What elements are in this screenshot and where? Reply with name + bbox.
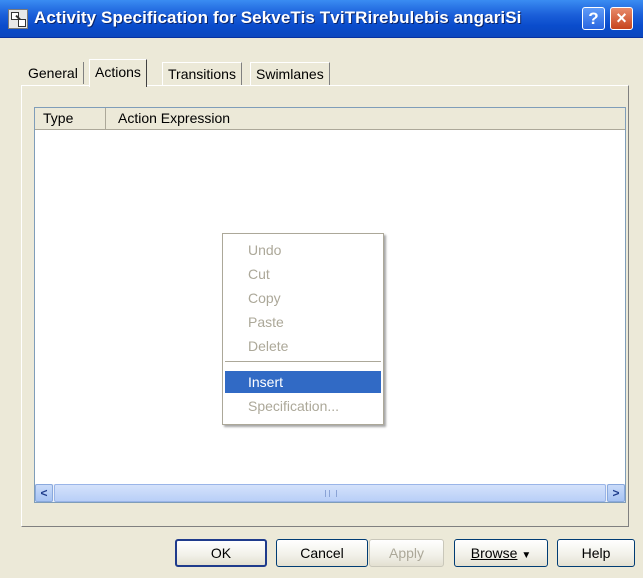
title-bar[interactable]: Activity Specification for SekveTis TviT… <box>0 0 643 38</box>
menu-item-paste[interactable]: Paste <box>225 311 381 333</box>
column-header-action-expression[interactable]: Action Expression <box>106 108 625 129</box>
menu-separator <box>225 361 381 362</box>
list-header: Type Action Expression <box>35 108 625 130</box>
grip-icon <box>325 490 337 497</box>
scroll-thumb[interactable] <box>54 484 606 502</box>
menu-item-insert[interactable]: Insert <box>225 371 381 393</box>
menu-item-delete[interactable]: Delete <box>225 335 381 357</box>
ok-button[interactable]: OK <box>175 539 267 567</box>
tab-swimlanes[interactable]: Swimlanes <box>250 62 330 85</box>
horizontal-scrollbar[interactable]: < > <box>35 484 625 502</box>
menu-item-cut[interactable]: Cut <box>225 263 381 285</box>
tab-transitions[interactable]: Transitions <box>162 62 242 85</box>
close-button[interactable]: × <box>610 7 633 30</box>
tab-actions[interactable]: Actions <box>89 59 147 87</box>
context-menu: Undo Cut Copy Paste Delete Insert Specif… <box>222 233 384 425</box>
cancel-button[interactable]: Cancel <box>276 539 368 567</box>
menu-item-undo[interactable]: Undo <box>225 239 381 261</box>
window-title: Activity Specification for SekveTis TviT… <box>34 8 522 27</box>
help-title-button[interactable]: ? <box>582 7 605 30</box>
column-header-type[interactable]: Type <box>35 108 106 129</box>
browse-button[interactable]: Browse ▼ <box>454 539 548 567</box>
help-button[interactable]: Help <box>557 539 635 567</box>
browse-label: Browse <box>470 545 518 561</box>
tab-general[interactable]: General <box>23 62 84 84</box>
activity-spec-icon <box>8 9 28 29</box>
scroll-right-icon[interactable]: > <box>607 484 625 502</box>
menu-item-specification[interactable]: Specification... <box>225 395 381 417</box>
menu-item-copy[interactable]: Copy <box>225 287 381 309</box>
apply-button[interactable]: Apply <box>369 539 444 567</box>
dropdown-arrow-icon: ▼ <box>521 550 532 561</box>
scroll-left-icon[interactable]: < <box>35 484 53 502</box>
